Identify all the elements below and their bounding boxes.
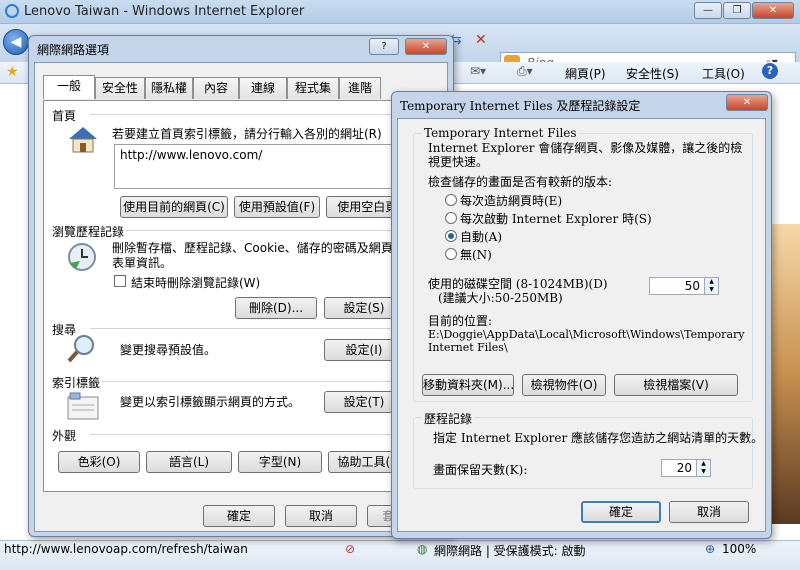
- magnifier-icon: [66, 333, 98, 365]
- view-files-button[interactable]: 檢視檔案(V): [614, 374, 738, 396]
- popup-blocked-icon: ⊘: [345, 542, 356, 556]
- maximize-button[interactable]: ❐: [723, 2, 751, 19]
- tab-connections[interactable]: 連線: [239, 77, 287, 99]
- tif-close-button[interactable]: ✕: [726, 94, 768, 111]
- tif-settings-dialog: Temporary Internet Files 及歷程記錄設定 ✕ Tempo…: [391, 91, 772, 539]
- view-objects-button[interactable]: 檢視物件(O): [522, 374, 606, 396]
- tab-privacy[interactable]: 隱私權: [145, 77, 193, 99]
- tab-content[interactable]: 內容: [193, 77, 239, 99]
- history-desc: 指定 Internet Explorer 應該儲存您造訪之網站清單的天數。: [433, 431, 764, 445]
- ie-logo-icon: [5, 4, 19, 18]
- tab-security[interactable]: 安全性: [95, 77, 145, 99]
- page-side-banner: [770, 224, 800, 524]
- radio-never-label[interactable]: 無(N): [460, 246, 492, 263]
- mail-icon[interactable]: ✉▾: [470, 64, 486, 78]
- days-down-icon[interactable]: ▼: [696, 468, 710, 476]
- radio-every-visit[interactable]: [445, 194, 457, 206]
- minimize-button[interactable]: —: [694, 2, 722, 19]
- check-prompt: 檢查儲存的畫面是否有較新的版本:: [428, 175, 613, 189]
- history-group-title: 瀏覽歷程記錄: [52, 225, 125, 239]
- tif-cancel-button[interactable]: 取消: [669, 501, 749, 523]
- dialog-title: 網際網路選項: [37, 43, 110, 57]
- history-group-title: 歷程記錄: [422, 410, 475, 427]
- browser-titlebar: Lenovo Taiwan - Windows Internet Explore…: [0, 0, 800, 24]
- close-button[interactable]: ✕: [752, 2, 794, 19]
- tif-desc: Internet Explorer 會儲存網頁、影像及媒體，讓之後的檢視更快速。: [428, 141, 743, 169]
- delete-button[interactable]: 刪除(D)...: [235, 297, 317, 319]
- favorites-star-icon[interactable]: ★: [6, 64, 19, 80]
- options-ok-button[interactable]: 確定: [203, 505, 275, 527]
- languages-button[interactable]: 語言(L): [146, 451, 232, 473]
- fonts-button[interactable]: 字型(N): [238, 451, 322, 473]
- home-group-title: 首頁: [52, 109, 77, 123]
- radio-automatic[interactable]: [445, 230, 457, 242]
- home-desc: 若要建立首頁索引標籤，請分行輸入各別的網址(R): [112, 127, 382, 141]
- options-cancel-button[interactable]: 取消: [285, 505, 357, 527]
- history-clock-icon: [66, 241, 98, 273]
- tab-general[interactable]: 一般: [43, 75, 95, 99]
- home-icon: [66, 125, 100, 153]
- colors-button[interactable]: 色彩(O): [58, 451, 140, 473]
- appearance-group-title: 外觀: [52, 429, 77, 443]
- radio-every-start-label[interactable]: 每次啟動 Internet Explorer 時(S): [460, 210, 652, 227]
- spin-down-icon[interactable]: ▼: [704, 286, 718, 294]
- tab-strip: 一般 安全性 隱私權 內容 連線 程式集 進階: [43, 75, 443, 101]
- globe-icon: ◍: [417, 542, 428, 556]
- radio-never[interactable]: [445, 248, 457, 260]
- home-url: http://www.lenovo.com/: [120, 148, 263, 162]
- options-body: 一般 安全性 隱私權 內容 連線 程式集 進階 首頁 若要建立首頁索引標籤，請分…: [34, 62, 448, 532]
- days-up-icon[interactable]: ▲: [696, 460, 710, 468]
- search-desc: 變更搜尋預設值。: [120, 343, 217, 357]
- dialog-close-button[interactable]: ✕: [405, 38, 447, 55]
- location-path: E:\Doggie\AppData\Local\Microsoft\Window…: [428, 328, 745, 354]
- disk-space-spinner[interactable]: 50 ▲ ▼: [649, 277, 719, 295]
- tif-ok-button[interactable]: 確定: [581, 501, 661, 523]
- use-default-button[interactable]: 使用預設值(F): [234, 196, 320, 218]
- status-bar: http://www.lenovoap.com/refresh/taiwan ⊘…: [0, 540, 800, 570]
- tab-advanced[interactable]: 進階: [339, 77, 381, 99]
- spin-up-icon[interactable]: ▲: [704, 278, 718, 286]
- tabs-desc: 變更以索引標籤顯示網頁的方式。: [120, 395, 301, 409]
- location-label: 目前的位置:: [428, 314, 493, 328]
- back-button[interactable]: ◀: [3, 29, 29, 55]
- history-groupbox: [413, 417, 753, 489]
- status-url: http://www.lenovoap.com/refresh/taiwan: [4, 542, 248, 556]
- dialog-help-button[interactable]: ?: [369, 38, 399, 55]
- print-icon[interactable]: ⎙▾: [517, 64, 533, 79]
- disk-space-hint: (建議大小:50-250MB): [438, 291, 563, 305]
- zoom-icon[interactable]: ⊕: [705, 542, 715, 556]
- browser-title: Lenovo Taiwan - Windows Internet Explore…: [24, 4, 305, 19]
- zone-text: 網際網路 | 受保護模式: 啟動: [434, 544, 586, 558]
- help-icon[interactable]: ?: [762, 63, 778, 79]
- zoom-level[interactable]: 100%: [722, 542, 756, 556]
- tab-page: 首頁 若要建立首頁索引標籤，請分行輸入各別的網址(R) http://www.l…: [43, 100, 443, 492]
- tabs-icon: [66, 391, 100, 421]
- home-url-textarea[interactable]: http://www.lenovo.com/: [114, 144, 404, 189]
- disk-space-value[interactable]: 50: [685, 279, 700, 293]
- radio-every-visit-label[interactable]: 每次造訪網頁時(E): [460, 192, 562, 209]
- menu-safety[interactable]: 安全性(S): [626, 65, 679, 82]
- history-desc: 刪除暫存檔、歷程記錄、Cookie、儲存的密碼及網頁表單資訊。: [112, 241, 393, 270]
- days-label: 畫面保留天數(K):: [433, 463, 528, 477]
- menu-page[interactable]: 網頁(P): [565, 65, 606, 82]
- days-spinner[interactable]: 20 ▲ ▼: [661, 459, 711, 477]
- tif-dialog-title: Temporary Internet Files 及歷程記錄設定: [400, 99, 641, 113]
- use-current-button[interactable]: 使用目前的網頁(C): [120, 196, 228, 218]
- move-folder-button[interactable]: 移動資料夾(M)...: [422, 374, 514, 396]
- stop-icon[interactable]: ✕: [475, 32, 487, 48]
- delete-on-exit-label[interactable]: 結束時刪除瀏覽記錄(W): [131, 274, 260, 291]
- tab-programs[interactable]: 程式集: [287, 77, 339, 99]
- radio-every-start[interactable]: [445, 212, 457, 224]
- tif-group-title: Temporary Internet Files: [422, 126, 579, 140]
- radio-automatic-label[interactable]: 自動(A): [460, 228, 502, 245]
- tabs-group-title: 索引標籤: [52, 376, 101, 390]
- days-value[interactable]: 20: [677, 461, 692, 475]
- tif-body: Temporary Internet Files Internet Explor…: [397, 118, 766, 532]
- delete-on-exit-checkbox[interactable]: [114, 275, 126, 287]
- menu-tools[interactable]: 工具(O): [702, 65, 745, 82]
